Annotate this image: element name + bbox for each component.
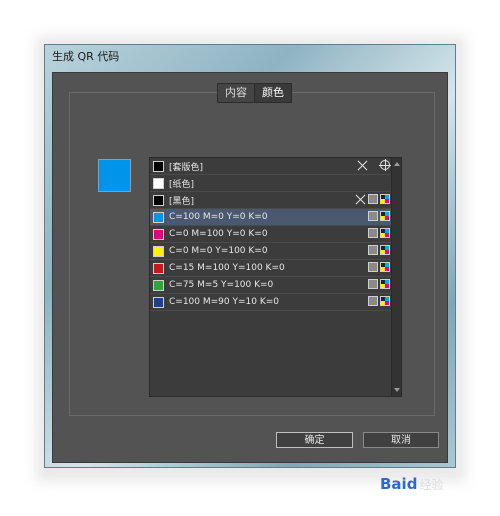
cmyk-mode-icon bbox=[380, 262, 390, 272]
swatch-icons bbox=[368, 262, 390, 272]
swatch-label: C=0 M=0 Y=100 K=0 bbox=[169, 246, 268, 256]
cmyk-mode-icon bbox=[380, 194, 390, 204]
process-color-icon bbox=[368, 228, 378, 238]
swatch-color bbox=[153, 177, 164, 189]
watermark-brand: Baid bbox=[380, 475, 418, 493]
process-color-icon bbox=[368, 194, 378, 204]
swatch-row-green[interactable]: C=75 M=5 Y=100 K=0 bbox=[150, 277, 393, 294]
swatch-label: [纸色] bbox=[169, 179, 195, 190]
swatch-list[interactable]: [套版色] [纸色] [黑色] C=100 M=0 Y=0 K=0 C=0 M=… bbox=[149, 157, 402, 397]
list-scrollbar[interactable] bbox=[391, 158, 401, 396]
swatch-icons bbox=[368, 279, 390, 289]
swatch-row-paper[interactable]: [纸色] bbox=[150, 175, 393, 192]
swatch-label: C=100 M=0 Y=0 K=0 bbox=[169, 212, 268, 222]
cancel-button[interactable]: 取消 bbox=[363, 432, 439, 448]
dialog-body: 内容 颜色 [套版色] [纸色] [黑色] C=100 M=0 Y=0 K=0 … bbox=[52, 72, 448, 463]
swatch-color bbox=[153, 228, 164, 240]
non-editable-icon bbox=[357, 160, 368, 171]
watermark-suffix: 经验 bbox=[419, 477, 444, 492]
registration-icon bbox=[379, 159, 391, 171]
swatch-label: C=100 M=90 Y=10 K=0 bbox=[169, 297, 280, 307]
swatch-icons bbox=[355, 194, 390, 205]
swatch-color bbox=[153, 296, 164, 308]
swatch-icons bbox=[357, 159, 391, 171]
cmyk-mode-icon bbox=[380, 296, 390, 306]
non-editable-icon bbox=[355, 194, 366, 205]
process-color-icon bbox=[368, 211, 378, 221]
process-color-icon bbox=[368, 245, 378, 255]
swatch-row-blue[interactable]: C=100 M=90 Y=10 K=0 bbox=[150, 294, 393, 311]
title-bar[interactable]: 生成 QR 代码 bbox=[45, 45, 455, 65]
swatch-label: C=0 M=100 Y=0 K=0 bbox=[169, 229, 268, 239]
window-title: 生成 QR 代码 bbox=[52, 50, 120, 63]
process-color-icon bbox=[368, 296, 378, 306]
swatch-row-red[interactable]: C=15 M=100 Y=100 K=0 bbox=[150, 260, 393, 277]
swatch-row-yellow[interactable]: C=0 M=0 Y=100 K=0 bbox=[150, 243, 393, 260]
swatch-color bbox=[153, 245, 164, 257]
swatch-label: [黑色] bbox=[169, 196, 195, 207]
qr-code-dialog: 生成 QR 代码 内容 颜色 [套版色] [纸色] [黑色] C=100 M=0… bbox=[44, 44, 456, 468]
swatch-row-magenta[interactable]: C=0 M=100 Y=0 K=0 bbox=[150, 226, 393, 243]
swatch-icons bbox=[368, 211, 390, 221]
scroll-up-icon[interactable] bbox=[394, 162, 400, 166]
cmyk-mode-icon bbox=[380, 228, 390, 238]
tab-color[interactable]: 颜色 bbox=[254, 84, 291, 102]
swatch-label: C=15 M=100 Y=100 K=0 bbox=[169, 263, 285, 273]
color-preview-swatch bbox=[98, 159, 131, 192]
tab-content[interactable]: 内容 bbox=[218, 84, 254, 102]
swatch-color bbox=[153, 194, 164, 206]
swatch-icons bbox=[368, 228, 390, 238]
swatch-color bbox=[153, 211, 164, 223]
process-color-icon bbox=[368, 279, 378, 289]
swatch-row-registration[interactable]: [套版色] bbox=[150, 158, 393, 175]
swatch-icons bbox=[368, 296, 390, 306]
cmyk-mode-icon bbox=[380, 245, 390, 255]
watermark-logo: Baid 经验 bbox=[380, 469, 443, 499]
tab-bar: 内容 颜色 bbox=[217, 83, 292, 103]
swatch-color bbox=[153, 262, 164, 274]
cmyk-mode-icon bbox=[380, 279, 390, 289]
swatch-row-black[interactable]: [黑色] bbox=[150, 192, 393, 209]
swatch-row-cyan[interactable]: C=100 M=0 Y=0 K=0 bbox=[150, 209, 393, 226]
cmyk-mode-icon bbox=[380, 211, 390, 221]
swatch-color bbox=[153, 279, 164, 291]
swatch-label: [套版色] bbox=[169, 162, 204, 173]
scroll-down-icon[interactable] bbox=[394, 388, 400, 392]
ok-button[interactable]: 确定 bbox=[276, 432, 353, 448]
swatch-color bbox=[153, 160, 164, 172]
process-color-icon bbox=[368, 262, 378, 272]
swatch-icons bbox=[368, 245, 390, 255]
swatch-label: C=75 M=5 Y=100 K=0 bbox=[169, 280, 274, 290]
